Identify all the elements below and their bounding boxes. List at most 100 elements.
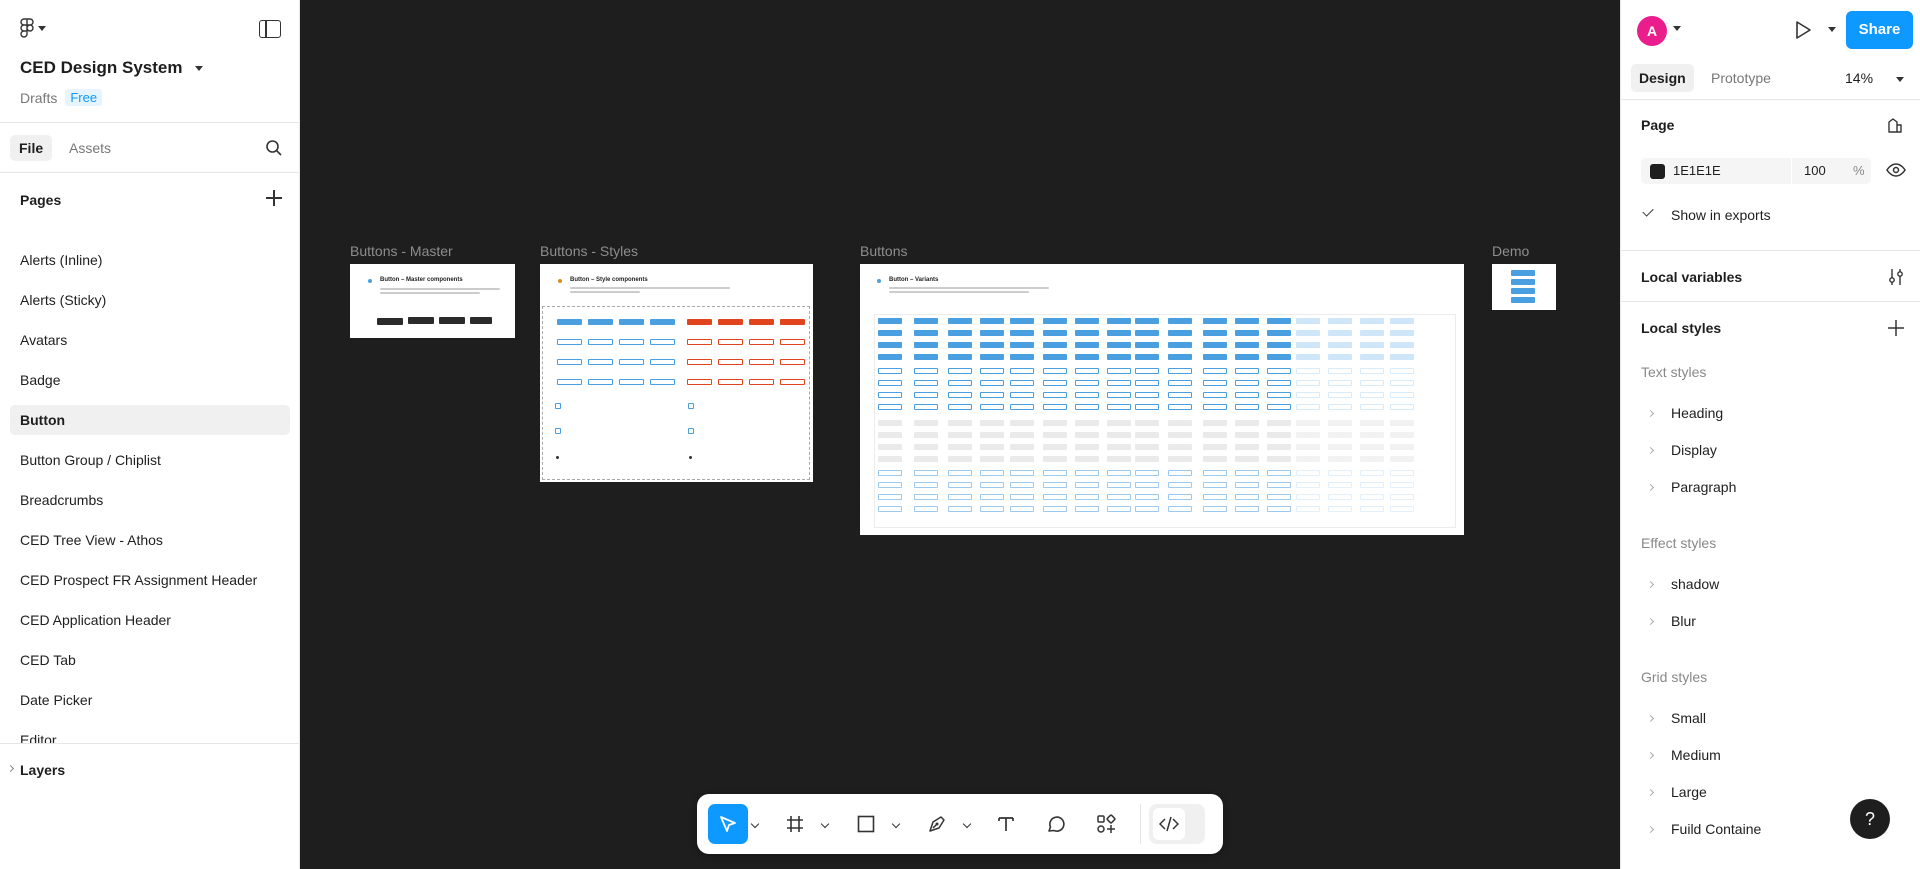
chevron-down-icon[interactable]	[1673, 26, 1681, 31]
mini-button	[1043, 482, 1067, 488]
frame-buttons-variants[interactable]: Button – Variants	[860, 264, 1464, 535]
tab-assets[interactable]: Assets	[60, 135, 120, 161]
page-item[interactable]: Avatars	[10, 325, 290, 355]
variables-sliders-icon[interactable]	[1888, 268, 1904, 286]
mini-button	[650, 359, 675, 365]
chevron-right-icon[interactable]	[1646, 714, 1655, 723]
chevron-down-icon[interactable]	[1828, 27, 1836, 32]
style-item[interactable]: Paragraph	[1671, 479, 1736, 495]
mini-button	[1390, 456, 1414, 462]
page-item[interactable]: Date Picker	[10, 685, 290, 715]
local-variables-header[interactable]: Local variables	[1641, 269, 1742, 285]
text-tool[interactable]	[991, 804, 1021, 844]
mini-button	[1135, 494, 1159, 500]
avatar[interactable]: A	[1637, 16, 1667, 46]
page-item[interactable]: Alerts (Inline)	[10, 245, 290, 275]
page-item[interactable]: Badge	[10, 365, 290, 395]
style-item[interactable]: Blur	[1671, 613, 1696, 629]
mini-button	[1010, 456, 1034, 462]
style-item[interactable]: shadow	[1671, 576, 1719, 592]
opacity-input[interactable]: 100	[1804, 163, 1826, 178]
chevron-down-icon[interactable]	[750, 819, 760, 829]
canvas[interactable]: Buttons - Master Button – Master compone…	[301, 0, 1620, 869]
fill-hex-input[interactable]: 1E1E1E	[1673, 163, 1721, 178]
tab-prototype[interactable]: Prototype	[1703, 64, 1779, 92]
search-icon[interactable]	[265, 139, 283, 157]
style-item[interactable]: Fuild Containe	[1671, 821, 1761, 837]
style-item[interactable]: Display	[1671, 442, 1717, 458]
mini-button	[948, 456, 972, 462]
help-button[interactable]: ?	[1850, 799, 1890, 839]
color-swatch[interactable]	[1650, 164, 1665, 179]
page-item[interactable]: Button Group / Chiplist	[10, 445, 290, 475]
main-menu-button[interactable]	[20, 18, 46, 38]
text-styles-header: Text styles	[1641, 364, 1707, 380]
page-item[interactable]: CED Application Header	[10, 605, 290, 635]
frame-label[interactable]: Demo	[1492, 243, 1529, 259]
comment-tool[interactable]	[1041, 804, 1071, 844]
chevron-right-icon[interactable]	[1646, 580, 1655, 589]
frame-label[interactable]: Buttons - Master	[350, 243, 453, 259]
page-item[interactable]: CED Tab	[10, 645, 290, 675]
page-item[interactable]: Editor	[10, 725, 290, 743]
mini-button	[1075, 368, 1099, 374]
chevron-down-icon[interactable]	[820, 819, 830, 829]
page-item-selected[interactable]: Button	[10, 405, 290, 435]
frame-tool[interactable]	[780, 804, 810, 844]
frame-buttons-styles[interactable]: Button – Style components	[540, 264, 813, 482]
move-tool[interactable]	[708, 804, 748, 844]
show-in-exports-label[interactable]: Show in exports	[1671, 207, 1771, 223]
file-name-button[interactable]: CED Design System	[20, 58, 203, 78]
chevron-right-icon[interactable]	[1646, 825, 1655, 834]
mini-button	[588, 379, 613, 385]
drafts-link[interactable]: Drafts	[20, 90, 57, 106]
page-item[interactable]: CED Tree View - Athos	[10, 525, 290, 555]
add-page-icon[interactable]	[266, 190, 282, 206]
chevron-right-icon[interactable]	[1646, 446, 1655, 455]
mini-button	[980, 444, 1004, 450]
sidebar-toggle-icon[interactable]	[259, 20, 281, 38]
chevron-right-icon[interactable]	[1646, 751, 1655, 760]
style-item[interactable]: Heading	[1671, 405, 1723, 421]
chevron-down-icon[interactable]	[1896, 77, 1904, 82]
frame-demo[interactable]	[1492, 264, 1556, 310]
frame-buttons-master[interactable]: Button – Master components	[350, 264, 515, 338]
present-play-icon[interactable]	[1794, 20, 1812, 40]
frame-label[interactable]: Buttons - Styles	[540, 243, 638, 259]
dev-mode-toggle[interactable]	[1149, 804, 1205, 844]
eye-icon[interactable]	[1886, 163, 1906, 177]
zoom-level[interactable]: 14%	[1845, 70, 1873, 86]
chevron-right-icon[interactable]	[1646, 788, 1655, 797]
page-item[interactable]: CED Prospect FR Assignment Header	[10, 565, 290, 595]
chevron-right-icon[interactable]	[1646, 617, 1655, 626]
frame-icon	[787, 816, 803, 832]
style-item[interactable]: Large	[1671, 784, 1707, 800]
page-styles-icon[interactable]	[1886, 117, 1904, 135]
share-button[interactable]: Share	[1846, 11, 1913, 49]
mini-button	[557, 379, 582, 385]
actions-tool[interactable]	[1091, 804, 1121, 844]
layers-header: Layers	[20, 762, 66, 778]
style-item[interactable]: Medium	[1671, 747, 1721, 763]
checkbox-checked-icon[interactable]	[1642, 205, 1654, 217]
tab-design[interactable]: Design	[1631, 64, 1694, 92]
mini-button	[1296, 342, 1320, 348]
frame-label[interactable]: Buttons	[860, 243, 907, 259]
shape-tool[interactable]	[851, 804, 881, 844]
chevron-down-icon[interactable]	[891, 819, 901, 829]
chevron-right-icon[interactable]	[1646, 409, 1655, 418]
page-fill-row[interactable]: 1E1E1E 100 %	[1641, 158, 1871, 184]
frame-dot	[368, 279, 372, 283]
mini-button	[1135, 392, 1159, 398]
page-item[interactable]: Breadcrumbs	[10, 485, 290, 515]
style-item[interactable]: Small	[1671, 710, 1706, 726]
chevron-down-icon[interactable]	[962, 819, 972, 829]
add-style-icon[interactable]	[1888, 320, 1904, 336]
chevron-right-icon[interactable]	[1646, 483, 1655, 492]
tab-file[interactable]: File	[10, 135, 53, 161]
pen-tool[interactable]	[922, 804, 952, 844]
layers-section[interactable]: Layers	[0, 743, 299, 793]
page-item[interactable]: Alerts (Sticky)	[10, 285, 290, 315]
mini-button	[1360, 354, 1384, 360]
mini-button	[1390, 506, 1414, 512]
